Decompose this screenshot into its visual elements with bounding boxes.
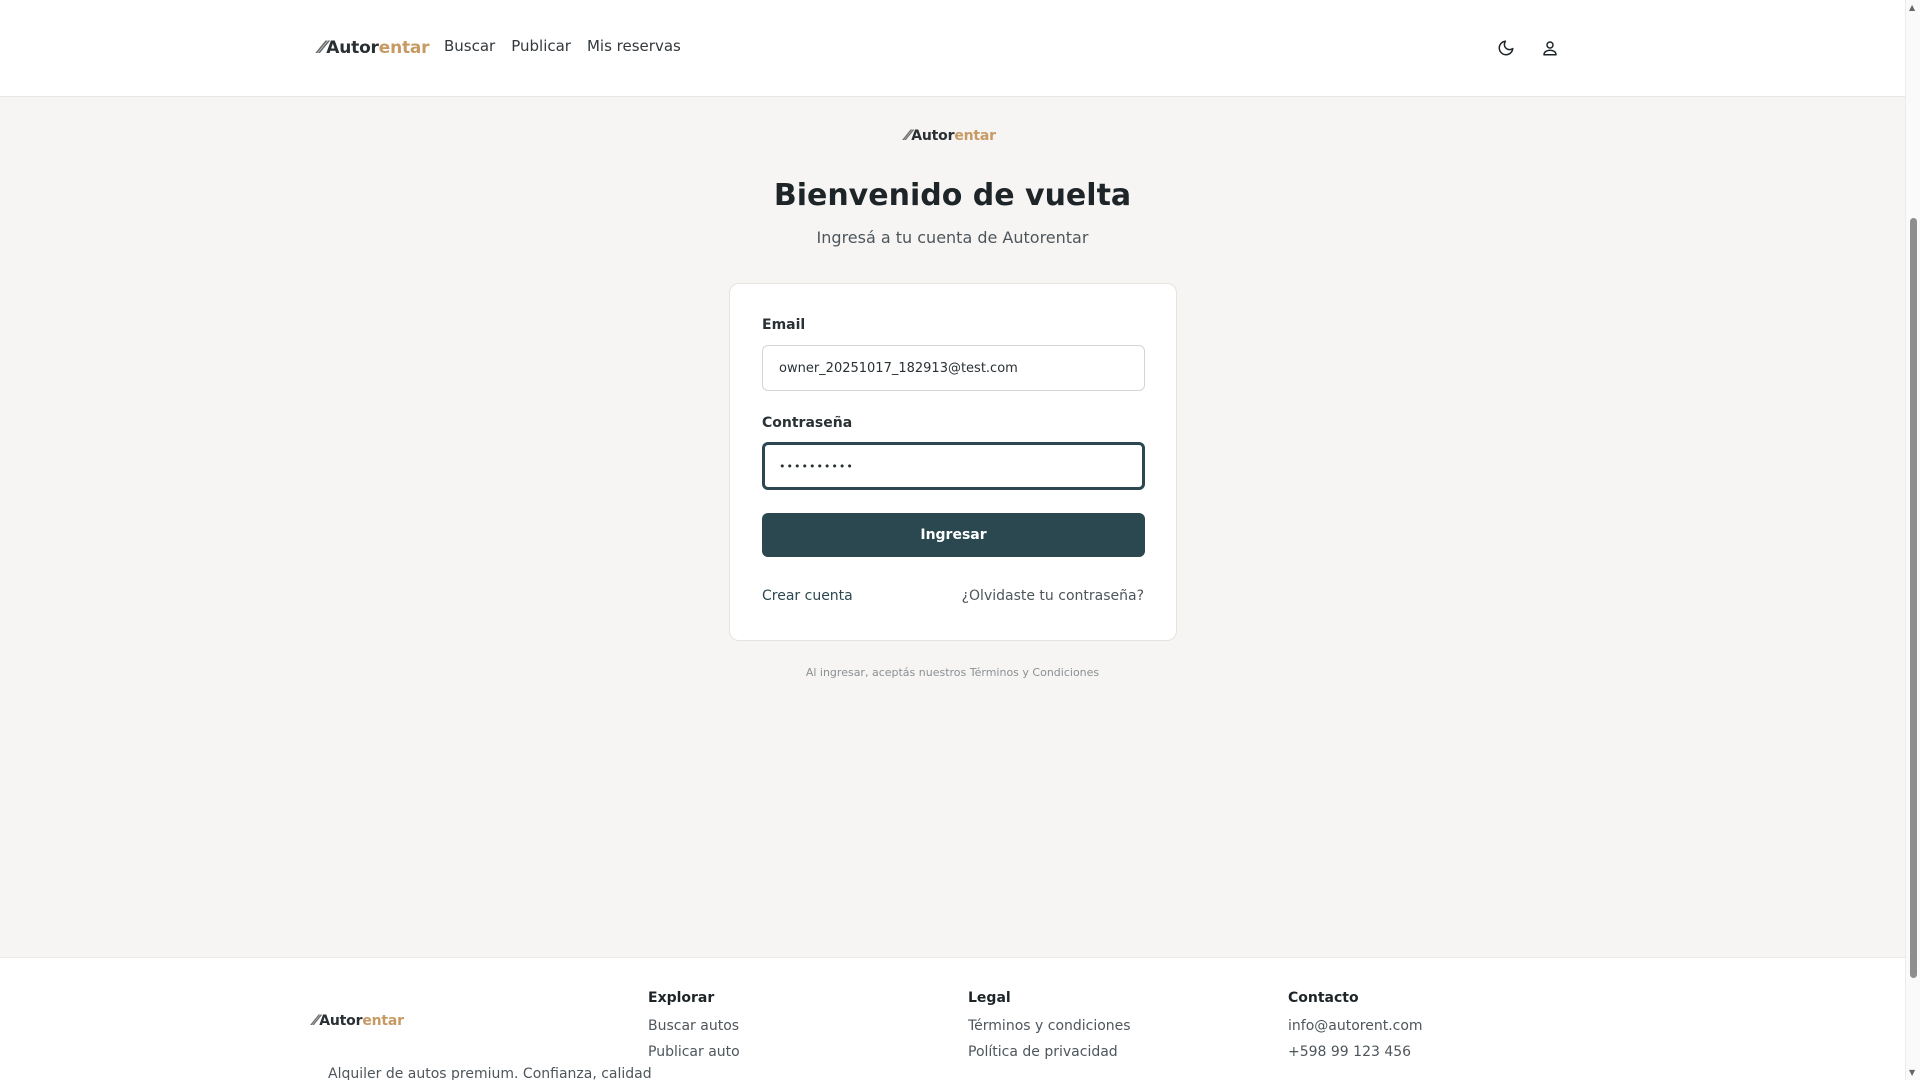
page-scrollbar[interactable]: ▲ ▼ bbox=[1905, 0, 1920, 1080]
login-submit-button[interactable]: Ingresar bbox=[762, 513, 1145, 557]
main-nav: Buscar Publicar Mis reservas bbox=[444, 37, 681, 55]
center-logo: ⁄⁄ Autor entar bbox=[906, 128, 996, 144]
logo-text-part2: entar bbox=[362, 1013, 404, 1029]
nav-item-mis-reservas[interactable]: Mis reservas bbox=[587, 37, 681, 55]
logo-text-part1: Autor bbox=[319, 1013, 363, 1029]
logo-text-part1: Autor bbox=[326, 38, 379, 58]
logo-mark: ⁄⁄ bbox=[314, 1013, 319, 1029]
footer-column-contacto: Contacto info@autorent.com +598 99 123 4… bbox=[1288, 990, 1423, 1070]
footer-column-explorar: Explorar Buscar autos Publicar auto bbox=[648, 990, 740, 1070]
moon-icon[interactable] bbox=[1494, 36, 1518, 60]
footer-link-buscar-autos[interactable]: Buscar autos bbox=[648, 1018, 740, 1034]
footer-link-publicar-auto[interactable]: Publicar auto bbox=[648, 1044, 740, 1060]
header-logo[interactable]: ⁄⁄ Autor entar bbox=[320, 38, 430, 58]
footer-link-phone[interactable]: +598 99 123 456 bbox=[1288, 1044, 1423, 1060]
email-label: Email bbox=[762, 317, 806, 333]
logo-text-part2: entar bbox=[378, 38, 430, 58]
footer-link-terminos[interactable]: Términos y condiciones bbox=[968, 1018, 1131, 1034]
forgot-password-link[interactable]: ¿Olvidaste tu contraseña? bbox=[962, 588, 1144, 604]
footer-logo: ⁄⁄ Autor entar bbox=[314, 1013, 404, 1029]
footer-description: Alquiler de autos premium. Confianza, ca… bbox=[328, 1066, 652, 1080]
scroll-down-arrow-icon[interactable]: ▼ bbox=[1909, 1068, 1915, 1077]
scrollbar-thumb[interactable] bbox=[1910, 218, 1917, 978]
top-header: ⁄⁄ Autor entar Buscar Publicar Mis reser… bbox=[0, 0, 1905, 97]
scroll-up-arrow-icon[interactable]: ▲ bbox=[1909, 3, 1915, 12]
email-field[interactable]: owner_20251017_182913@test.com bbox=[762, 345, 1145, 391]
nav-item-buscar[interactable]: Buscar bbox=[444, 37, 495, 55]
page-title: Bienvenido de vuelta bbox=[773, 178, 1132, 213]
footer-heading: Contacto bbox=[1288, 990, 1359, 1006]
login-card: Email owner_20251017_182913@test.com Con… bbox=[729, 283, 1177, 641]
logo-mark: ⁄⁄ bbox=[320, 38, 326, 58]
footer-heading: Legal bbox=[968, 990, 1011, 1006]
footer-column-legal: Legal Términos y condiciones Política de… bbox=[968, 990, 1131, 1070]
password-field[interactable]: •••••••••• bbox=[762, 442, 1145, 490]
page-subtitle: Ingresá a tu cuenta de Autorentar bbox=[816, 228, 1089, 247]
logo-text-part1: Autor bbox=[911, 128, 955, 144]
footer-link-privacidad[interactable]: Política de privacidad bbox=[968, 1044, 1131, 1060]
user-icon[interactable] bbox=[1538, 36, 1562, 60]
footer-link-email[interactable]: info@autorent.com bbox=[1288, 1018, 1423, 1034]
password-label: Contraseña bbox=[762, 415, 853, 431]
nav-item-publicar[interactable]: Publicar bbox=[511, 37, 571, 55]
terms-notice: Al ingresar, aceptás nuestros Términos y… bbox=[805, 666, 1100, 679]
create-account-link[interactable]: Crear cuenta bbox=[762, 588, 853, 604]
logo-text-part2: entar bbox=[954, 128, 996, 144]
footer: ⁄⁄ Autor entar Alquiler de autos premium… bbox=[0, 957, 1905, 1080]
logo-mark: ⁄⁄ bbox=[906, 128, 911, 144]
footer-heading: Explorar bbox=[648, 990, 715, 1006]
